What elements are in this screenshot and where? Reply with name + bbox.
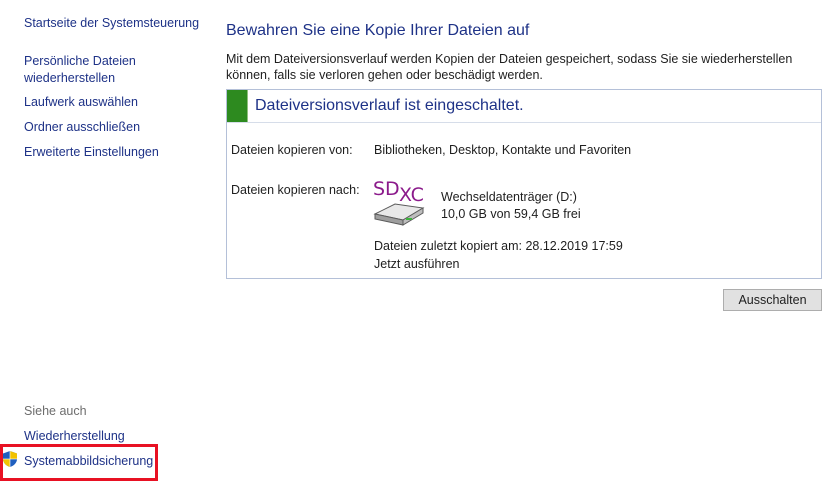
- copy-from-value: Bibliotheken, Desktop, Kontakte und Favo…: [374, 143, 632, 157]
- panel-divider: [227, 122, 821, 123]
- page-description: Mit dem Dateiversionsverlauf werden Kopi…: [226, 52, 793, 82]
- sidebar-link-restore-line2: wiederherstellen: [24, 71, 116, 85]
- sidebar: Startseite der Systemsteuerung Persönlic…: [0, 0, 200, 485]
- sidebar-link-exclude-folders[interactable]: Ordner ausschließen: [24, 119, 140, 136]
- sidebar-link-home[interactable]: Startseite der Systemsteuerung: [24, 15, 199, 32]
- sdxc-drive-icon: SD XC: [373, 178, 425, 226]
- status-title: Dateiversionsverlauf ist eingeschaltet.: [255, 97, 524, 114]
- copy-from-label: Dateien kopieren von:: [231, 143, 353, 157]
- sidebar-link-select-drive[interactable]: Laufwerk auswählen: [24, 94, 138, 111]
- page-title: Bewahren Sie eine Kopie Ihrer Dateien au…: [226, 22, 530, 39]
- status-panel: Dateiversionsverlauf ist eingeschaltet. …: [226, 89, 822, 279]
- sidebar-link-restore-personal-files[interactable]: Persönliche Dateien wiederherstellen: [24, 53, 136, 87]
- last-copied-text: Dateien zuletzt kopiert am: 28.12.2019 1…: [374, 239, 623, 253]
- sdxc-xc-text: XC: [399, 184, 424, 206]
- see-also-link-recovery[interactable]: Wiederherstellung: [24, 428, 125, 445]
- sidebar-link-advanced-settings[interactable]: Erweiterte Einstellungen: [24, 144, 159, 161]
- turn-off-button[interactable]: Ausschalten: [723, 289, 822, 311]
- see-also-heading: Siehe auch: [24, 404, 87, 418]
- uac-shield-icon: [3, 451, 17, 467]
- see-also-link-system-image-backup[interactable]: Systemabbildsicherung: [24, 453, 153, 470]
- status-indicator-green: [227, 90, 248, 122]
- sdxc-sd-text: SD: [373, 178, 400, 200]
- drive-space: 10,0 GB von 59,4 GB frei: [441, 207, 581, 221]
- sidebar-link-restore-line1: Persönliche Dateien: [24, 54, 136, 68]
- drive-name: Wechseldatenträger (D:): [441, 190, 577, 204]
- run-now-link[interactable]: Jetzt ausführen: [374, 257, 459, 271]
- copy-to-label: Dateien kopieren nach:: [231, 183, 360, 197]
